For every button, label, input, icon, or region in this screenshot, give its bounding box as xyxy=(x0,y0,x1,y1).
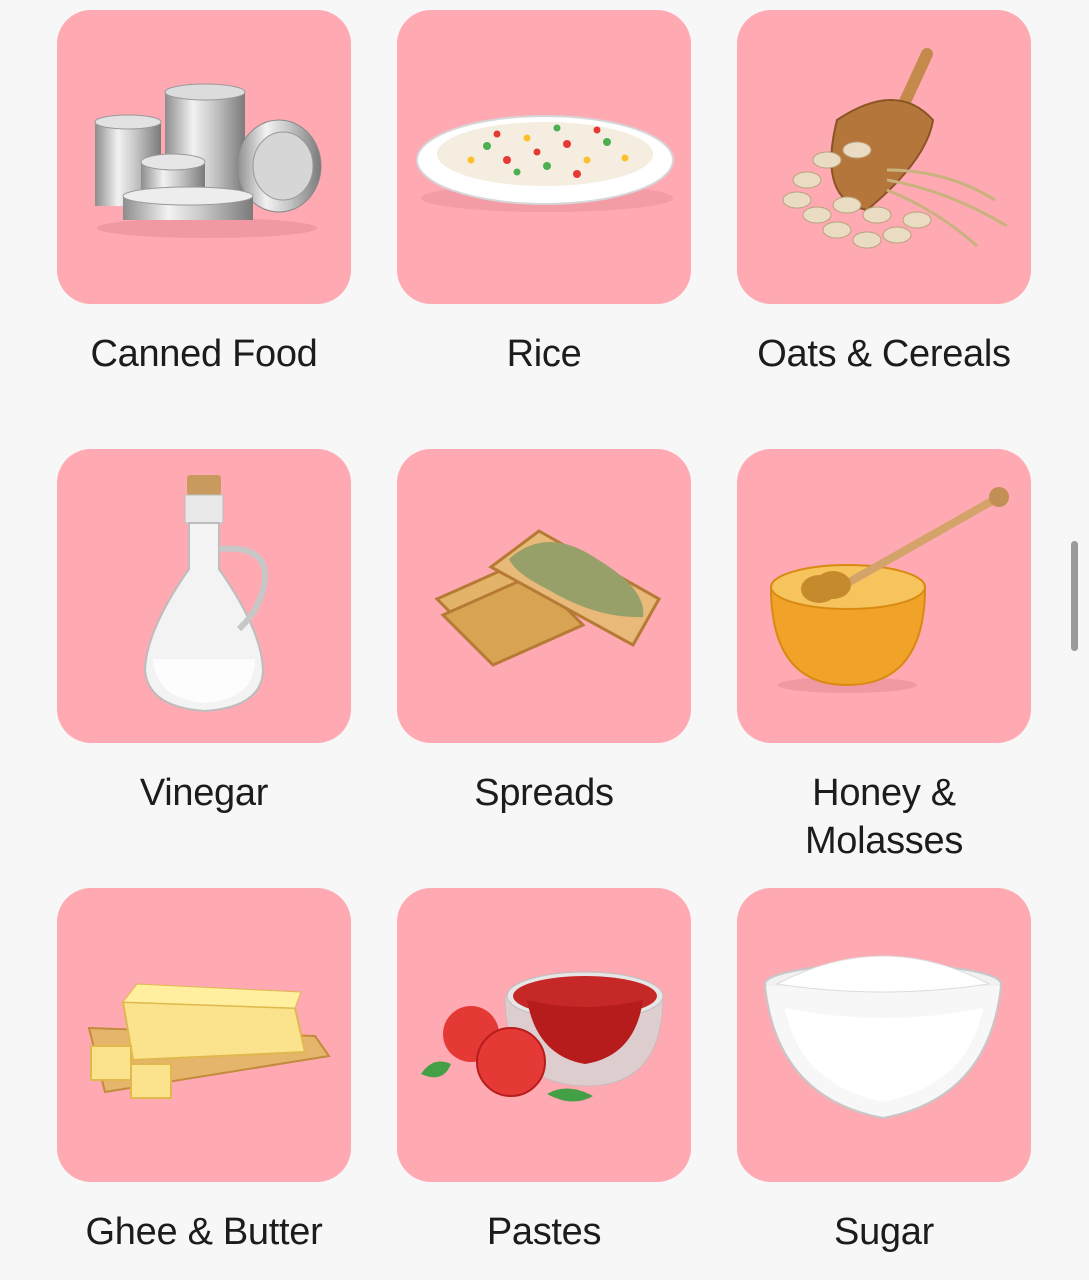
category-label: Rice xyxy=(506,333,582,375)
category-tile-spreads[interactable]: Spreads xyxy=(397,449,691,817)
vinegar-image xyxy=(57,449,351,743)
category-label: Ghee & Butter xyxy=(85,1211,323,1253)
category-label: Pastes xyxy=(486,1211,602,1253)
sugar-image xyxy=(737,888,1031,1182)
category-label: Oats & Cereals xyxy=(757,333,1011,375)
category-label: Vinegar xyxy=(139,772,269,814)
category-label: Canned Food xyxy=(90,333,318,375)
category-tile-sugar[interactable]: Sugar xyxy=(737,888,1031,1256)
category-label: Honey & Molasses xyxy=(804,772,964,862)
category-tile-honey-molasses[interactable]: Honey & Molasses xyxy=(737,449,1031,865)
category-tile-oats-cereals[interactable]: Oats & Cereals xyxy=(737,10,1031,378)
rice-image xyxy=(397,10,691,304)
category-tile-ghee-butter[interactable]: Ghee & Butter xyxy=(57,888,351,1256)
spreads-image xyxy=(397,449,691,743)
category-tile-rice[interactable]: Rice xyxy=(397,10,691,378)
category-label: Sugar xyxy=(834,1211,934,1253)
category-label: Spreads xyxy=(474,772,614,814)
category-tile-vinegar[interactable]: Vinegar xyxy=(57,449,351,817)
canned-food-image xyxy=(57,10,351,304)
category-tile-canned-food[interactable]: Canned Food xyxy=(57,10,351,378)
oats-cereals-image xyxy=(737,10,1031,304)
pastes-image xyxy=(397,888,691,1182)
ghee-butter-image xyxy=(57,888,351,1182)
category-tile-pastes[interactable]: Pastes xyxy=(397,888,691,1256)
category-grid: Canned Food Rice Oats & Cereals Vinegar … xyxy=(0,0,1089,1280)
vertical-scrollbar[interactable] xyxy=(1071,541,1078,651)
honey-molasses-image xyxy=(737,449,1031,743)
